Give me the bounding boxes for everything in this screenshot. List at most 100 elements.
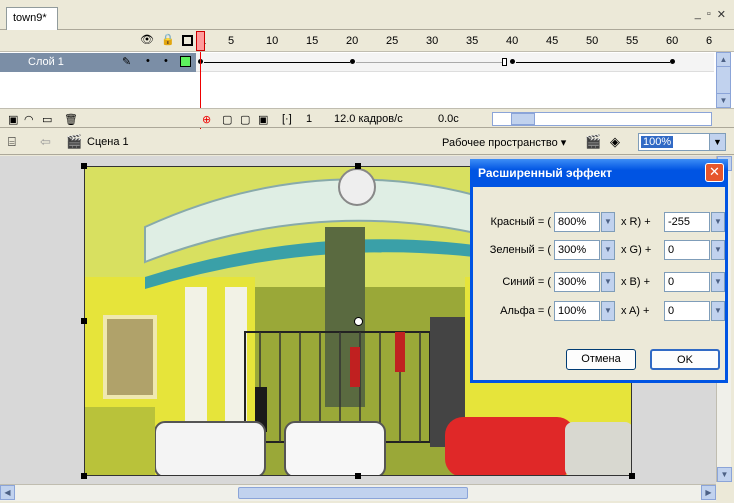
folder-icon[interactable]: ▭ — [42, 113, 52, 126]
timeline-vscroll[interactable]: ▲ ▼ — [716, 52, 731, 108]
lock-icon[interactable]: 🔒 — [161, 34, 175, 46]
edit-multiple-icon[interactable]: ▣ — [258, 113, 268, 126]
edit-scene-icon[interactable]: 🎬 — [585, 134, 601, 150]
keyframe[interactable] — [670, 59, 675, 64]
frame-track[interactable] — [196, 53, 714, 72]
current-frame: 1 — [306, 113, 313, 125]
close-icon[interactable]: ✕ — [705, 163, 724, 182]
chevron-down-icon[interactable]: ▼ — [711, 272, 725, 292]
outline-icon[interactable] — [182, 34, 193, 46]
chevron-down-icon[interactable]: ▼ — [711, 301, 725, 321]
green-row: Зеленый = ( 300% ▼ x G) + 0 ▼ — [473, 239, 725, 263]
green-operator: x G) + — [621, 244, 652, 256]
layer-header-icons: 👁 🔒 — [140, 34, 193, 46]
red-percent-field[interactable]: 800% — [554, 212, 600, 232]
red-operator: x R) + — [621, 216, 651, 228]
blue-row: Синий = ( 300% ▼ x B) + 0 ▼ — [473, 271, 725, 295]
playhead-marker[interactable] — [196, 31, 205, 51]
layer-name-cell[interactable]: Слой 1 ✎ • • — [0, 53, 196, 72]
trash-icon[interactable]: 🗑 — [64, 113, 78, 126]
timeline-hscroll[interactable] — [492, 112, 712, 126]
timeline-panel: 👁 🔒 1 5 10 15 20 25 30 35 40 45 50 55 60… — [0, 30, 734, 142]
layer-row[interactable]: Слой 1 ✎ • • — [0, 53, 734, 72]
onion-markers-icon[interactable]: [·] — [282, 113, 292, 125]
chevron-down-icon[interactable]: ▼ — [601, 272, 615, 292]
end-frame[interactable] — [502, 58, 507, 66]
chevron-down-icon[interactable]: ▼ — [709, 134, 725, 150]
document-tab-bar: town9* _ ▫ ✕ — [0, 0, 734, 30]
onion-outline-icon[interactable]: ▢ — [240, 113, 250, 126]
chevron-down-icon[interactable]: ▼ — [717, 467, 732, 482]
restore-button[interactable]: ▫ — [707, 8, 711, 21]
transform-handle[interactable] — [355, 473, 361, 479]
cancel-button[interactable]: Отмена — [566, 349, 636, 370]
motion-guide-icon[interactable]: ◠ — [24, 113, 34, 126]
frame-span — [356, 62, 502, 63]
timeline-toggle-icon[interactable]: ⌸ — [8, 134, 16, 150]
transform-handle[interactable] — [81, 473, 87, 479]
timeline-footer: ▣ ◠ ▭ 🗑 ⊕ ▢ ▢ ▣ [·] 1 12.0 кадров/с 0.0с — [0, 108, 734, 128]
green-offset-field[interactable]: 0 — [664, 240, 710, 260]
ruler-tick: 35 — [466, 35, 479, 47]
green-label: Зеленый = ( — [489, 244, 551, 256]
scene-icon: 🎬 — [66, 134, 83, 149]
alpha-label: Альфа = ( — [500, 305, 551, 317]
ruler-tick: 10 — [266, 35, 279, 47]
transform-handle[interactable] — [629, 473, 635, 479]
chevron-down-icon[interactable]: ▼ — [711, 240, 725, 260]
elapsed-time: 0.0с — [438, 113, 459, 125]
new-layer-icon[interactable]: ▣ — [8, 113, 18, 126]
window-controls: _ ▫ ✕ — [695, 8, 726, 21]
ruler-tick: 40 — [506, 35, 519, 47]
lock-dot-icon[interactable]: • — [164, 55, 168, 67]
frame-ruler[interactable]: 1 5 10 15 20 25 30 35 40 45 50 55 60 6 — [196, 30, 714, 52]
eye-icon[interactable]: 👁 — [140, 34, 154, 46]
blue-operator: x B) + — [621, 276, 651, 288]
workspace-menu[interactable]: Рабочее пространство ▾ — [442, 136, 566, 149]
zoom-select[interactable]: 100% ▼ — [638, 133, 726, 151]
alpha-operator: x A) + — [621, 305, 650, 317]
transform-handle[interactable] — [81, 318, 87, 324]
minimize-button[interactable]: _ — [695, 8, 701, 21]
tween-line — [516, 62, 670, 63]
close-button[interactable]: ✕ — [717, 8, 726, 21]
chevron-down-icon[interactable]: ▼ — [601, 240, 615, 260]
dialog-title-bar[interactable]: Расширенный эффект ✕ — [470, 159, 728, 187]
scroll-thumb[interactable] — [511, 113, 535, 125]
chevron-left-icon[interactable]: ◀ — [0, 485, 15, 500]
alpha-percent-field[interactable]: 100% — [554, 301, 600, 321]
visibility-dot-icon[interactable]: • — [146, 55, 150, 67]
green-percent-field[interactable]: 300% — [554, 240, 600, 260]
transform-handle[interactable] — [81, 163, 87, 169]
ruler-tick: 50 — [586, 35, 599, 47]
document-tab-label: town9* — [13, 12, 47, 24]
zoom-value: 100% — [641, 136, 674, 148]
center-frame-icon[interactable]: ⊕ — [202, 113, 211, 126]
chevron-down-icon[interactable]: ▼ — [711, 212, 725, 232]
alpha-offset-field[interactable]: 0 — [664, 301, 710, 321]
blue-percent-field[interactable]: 300% — [554, 272, 600, 292]
edit-symbol-icon[interactable]: ◈ — [610, 134, 620, 150]
layer-color-swatch[interactable] — [180, 56, 191, 67]
keyframe[interactable] — [510, 59, 515, 64]
chevron-down-icon[interactable]: ▼ — [601, 301, 615, 321]
onion-skin-icon[interactable]: ▢ — [222, 113, 232, 126]
ok-button[interactable]: OK — [650, 349, 720, 370]
blue-offset-field[interactable]: 0 — [664, 272, 710, 292]
ruler-tick: 30 — [426, 35, 439, 47]
chevron-down-icon[interactable]: ▼ — [601, 212, 615, 232]
chevron-up-icon[interactable]: ▲ — [716, 52, 731, 67]
scene-label[interactable]: Сцена 1 — [87, 136, 129, 148]
chevron-right-icon[interactable]: ▶ — [701, 485, 716, 500]
scroll-thumb[interactable] — [238, 487, 468, 499]
ruler-tick: 45 — [546, 35, 559, 47]
back-arrow-icon[interactable]: ⇦ — [40, 134, 51, 150]
document-tab[interactable]: town9* — [6, 7, 58, 30]
red-offset-field[interactable]: -255 — [664, 212, 710, 232]
registration-point[interactable] — [354, 317, 363, 326]
stage-hscroll[interactable]: ◀ ▶ — [0, 484, 716, 501]
keyframe[interactable] — [350, 59, 355, 64]
chevron-down-icon[interactable]: ▼ — [716, 93, 731, 108]
transform-handle[interactable] — [355, 163, 361, 169]
advanced-effect-dialog: Расширенный эффект ✕ Красный = ( 800% ▼ … — [470, 159, 728, 383]
